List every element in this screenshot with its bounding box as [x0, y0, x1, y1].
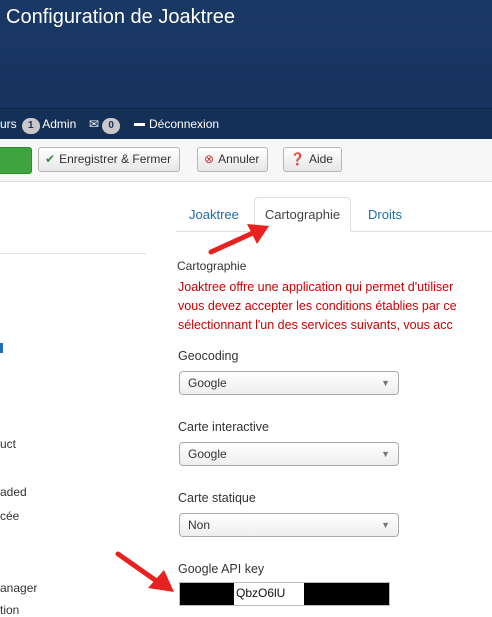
sidebar-item[interactable]: anager	[0, 581, 37, 595]
sidebar-item[interactable]: aded	[0, 485, 27, 499]
redaction-block	[304, 583, 389, 605]
toolbar: ✔ Enregistrer & Fermer ⊗ Annuler ❓ Aide	[0, 139, 492, 182]
api-key-input[interactable]: QbzO6lU	[179, 582, 390, 606]
static-map-value: Non	[188, 518, 211, 532]
sidebar-item[interactable]: uct	[0, 437, 16, 451]
cancel-circle-icon: ⊗	[204, 152, 215, 166]
minus-icon	[134, 123, 145, 127]
cancel-label: Annuler	[218, 152, 260, 166]
api-key-value: QbzO6lU	[236, 586, 286, 600]
page-title: Configuration de Joaktree	[6, 6, 236, 28]
question-circle-icon: ❓	[290, 152, 305, 166]
envelope-icon: ✉	[89, 117, 100, 131]
sidebar-divider	[0, 253, 146, 254]
chevron-down-icon: ▼	[381, 378, 390, 388]
interactive-map-value: Google	[188, 447, 227, 461]
logout-link[interactable]: Déconnexion	[134, 109, 219, 139]
static-map-select[interactable]: Non ▼	[179, 513, 399, 537]
admin-count-badge: 1	[22, 118, 40, 134]
geocoding-select[interactable]: Google ▼	[179, 371, 399, 395]
geocoding-value: Google	[188, 376, 227, 390]
api-key-label: Google API key	[178, 562, 265, 576]
check-icon: ✔	[45, 152, 56, 166]
app-header: Configuration de Joaktree	[0, 0, 492, 108]
save-close-button[interactable]: ✔ Enregistrer & Fermer	[38, 147, 181, 172]
geocoding-label: Geocoding	[178, 349, 239, 363]
sidebar-item[interactable]: cée	[0, 509, 19, 523]
admin-label: Admin	[42, 117, 77, 131]
redaction-block	[180, 583, 234, 605]
section-title: Cartographie	[177, 259, 247, 273]
status-bar: urs 1 Admin ✉ 0 Déconnexion	[0, 108, 492, 139]
description-line: sélectionnant l'un des services suivants…	[178, 318, 453, 332]
interactive-map-select[interactable]: Google ▼	[179, 442, 399, 466]
save-button[interactable]	[0, 147, 32, 174]
help-button[interactable]: ❓ Aide	[283, 147, 342, 172]
chevron-down-icon: ▼	[381, 520, 390, 530]
sidebar-marker	[0, 343, 3, 353]
cancel-button[interactable]: ⊗ Annuler	[197, 147, 269, 172]
messages-count-badge: 0	[102, 118, 120, 134]
admin-link[interactable]: 1 Admin	[22, 109, 76, 139]
chevron-down-icon: ▼	[381, 449, 390, 459]
interactive-map-label: Carte interactive	[178, 420, 270, 434]
static-map-label: Carte statique	[178, 491, 256, 505]
save-close-label: Enregistrer & Fermer	[59, 152, 172, 166]
tab-droits[interactable]: Droits	[368, 207, 402, 222]
messages-link[interactable]: ✉ 0	[89, 109, 120, 139]
annotation-arrow	[115, 551, 174, 592]
help-label: Aide	[308, 152, 333, 166]
logout-label: Déconnexion	[149, 117, 220, 131]
description-line: Joaktree offre une application qui perme…	[178, 280, 454, 294]
users-link[interactable]: urs	[0, 109, 17, 139]
description-line: vous devez accepter les conditions établ…	[178, 299, 457, 313]
annotation-arrow	[208, 224, 269, 255]
